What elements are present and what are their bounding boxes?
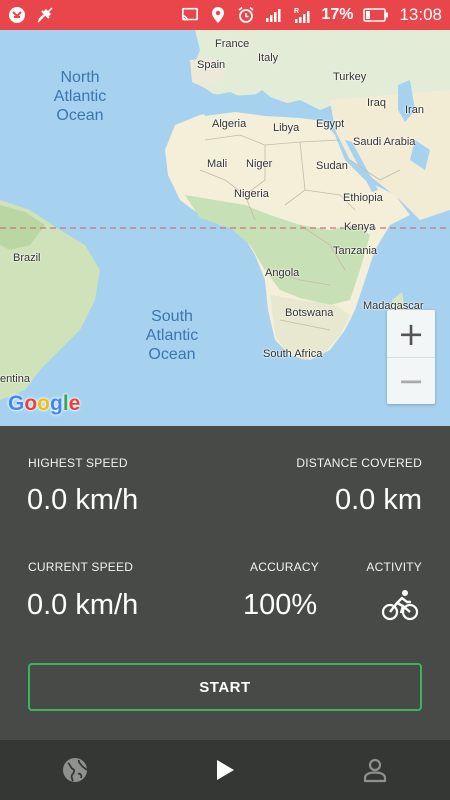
map-label-brazil: Brazil xyxy=(13,252,41,264)
map-label-nigeria: Nigeria xyxy=(234,188,269,200)
battery-percent: 17% xyxy=(321,6,354,23)
satellite-off-icon xyxy=(36,6,54,24)
map-label-france: France xyxy=(215,38,250,50)
battery-icon xyxy=(363,6,389,24)
google-logo-letter: o xyxy=(37,392,50,415)
bottom-navigation xyxy=(0,740,450,800)
map-label-iraq: Iraq xyxy=(367,97,386,109)
current-speed-value: 0.0 km/h xyxy=(27,589,139,621)
map-label-tanzania: Tanzania xyxy=(333,245,378,257)
map-label-iran: Iran xyxy=(405,104,424,116)
google-logo-letter: o xyxy=(24,392,38,415)
zoom-control: + − xyxy=(387,310,435,404)
accuracy-label: ACCURACY xyxy=(250,560,319,574)
google-logo: Google xyxy=(8,392,80,416)
stats-panel: HIGHEST SPEED 0.0 km/h DISTANCE COVERED … xyxy=(0,426,450,740)
location-pin-icon xyxy=(209,6,227,24)
nav-tracker-tab[interactable] xyxy=(195,740,255,800)
map-label-south-africa: South Africa xyxy=(263,348,323,360)
play-icon xyxy=(217,760,234,780)
distance-covered-value: 0.0 km xyxy=(334,484,422,516)
map-label-mali: Mali xyxy=(207,158,228,170)
map-label-sudan: Sudan xyxy=(316,160,348,172)
zoom-out-button[interactable]: − xyxy=(387,357,435,404)
google-logo-letter: G xyxy=(8,392,25,415)
map-label-ethiopia: Ethiopia xyxy=(343,192,383,204)
map-label-italy: Italy xyxy=(258,52,279,64)
zoom-in-button[interactable]: + xyxy=(387,310,435,357)
map-label-turkey: Turkey xyxy=(333,71,367,83)
nav-profile-tab[interactable] xyxy=(345,740,405,800)
status-bar: R 17% 13:08 xyxy=(0,0,450,30)
start-button[interactable]: START xyxy=(28,663,422,711)
activity-label: ACTIVITY xyxy=(366,560,422,574)
map-label-argentina: entina xyxy=(0,373,30,385)
clock: 13:08 xyxy=(399,5,442,24)
map-label-libya: Libya xyxy=(273,122,300,134)
highest-speed-value: 0.0 km/h xyxy=(27,484,139,516)
ocean-label-north-atlantic: North Atlantic Ocean xyxy=(53,69,107,124)
alarm-icon xyxy=(237,6,255,24)
map-label-botswana: Botswana xyxy=(285,307,334,319)
map-label-egypt: Egypt xyxy=(316,118,345,130)
map-label-kenya: Kenya xyxy=(344,221,376,233)
distance-covered-label: DISTANCE COVERED xyxy=(296,456,422,470)
roaming-signal-icon: R xyxy=(293,6,311,24)
map-label-angola: Angola xyxy=(265,267,300,279)
cast-icon xyxy=(181,6,199,24)
highest-speed-label: HIGHEST SPEED xyxy=(28,456,128,470)
map-label-spain: Spain xyxy=(197,59,226,71)
map-label-algeria: Algeria xyxy=(212,118,247,130)
globe-icon xyxy=(63,758,88,782)
map-label-niger: Niger xyxy=(246,158,273,170)
map-view[interactable]: North Atlantic Ocean South Atlantic Ocea… xyxy=(0,30,450,426)
map-label-saudi-arabia: Saudi Arabia xyxy=(353,136,416,148)
bicycle-icon[interactable] xyxy=(381,589,419,621)
nav-map-tab[interactable] xyxy=(45,740,105,800)
google-logo-letter: e xyxy=(68,392,81,415)
profile-icon xyxy=(363,758,387,783)
app-notification-icon xyxy=(8,6,26,24)
google-logo-letter: g xyxy=(50,392,63,415)
current-speed-label: CURRENT SPEED xyxy=(28,560,134,574)
svg-text:R: R xyxy=(294,8,299,15)
accuracy-value: 100% xyxy=(243,589,318,621)
signal-icon xyxy=(265,6,283,24)
ocean-label-south-atlantic: South Atlantic Ocean xyxy=(145,308,199,363)
